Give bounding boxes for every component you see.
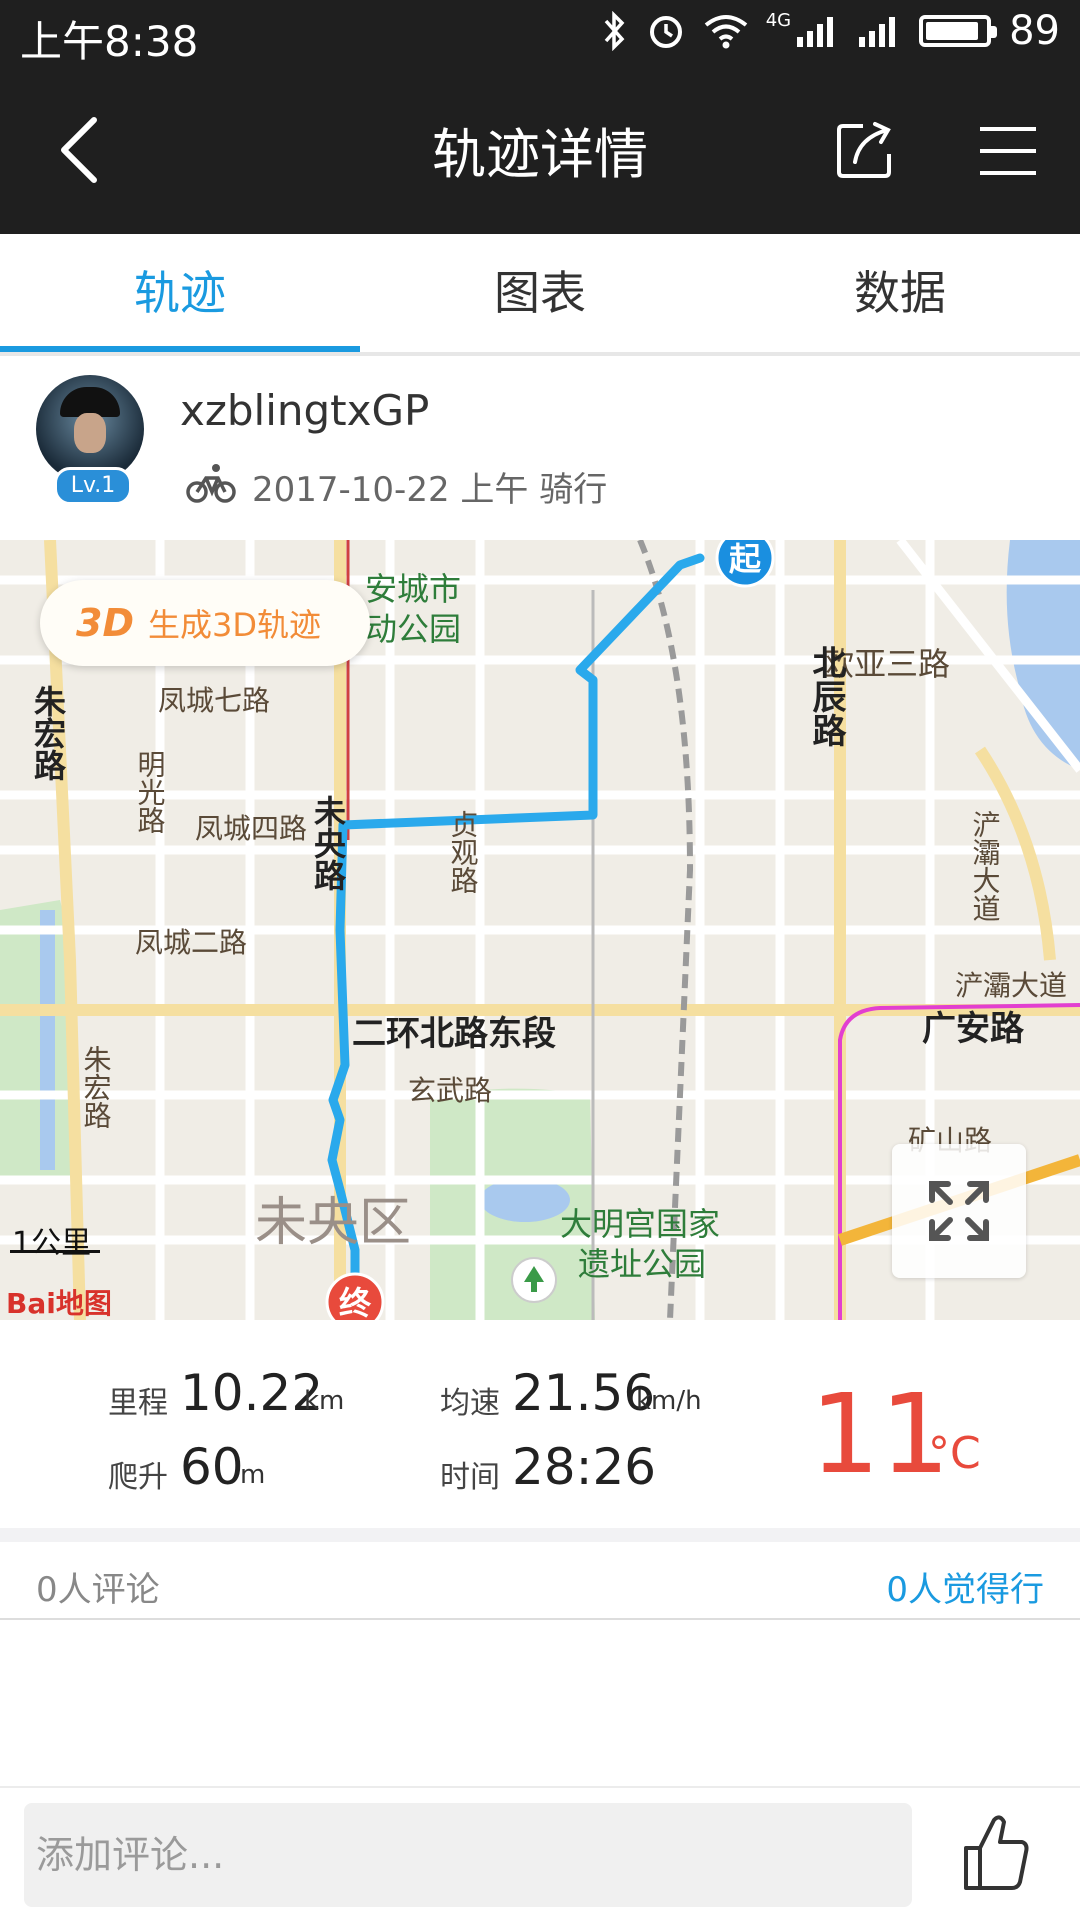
map-label-daming2: 遗址公园 bbox=[578, 1245, 706, 1283]
baidu-map-logo: Bai地图 bbox=[6, 1287, 112, 1320]
speed-unit: km/h bbox=[636, 1386, 702, 1416]
likes-count[interactable]: 0人觉得行 bbox=[886, 1562, 1044, 1611]
status-time: 上午8:38 bbox=[20, 17, 199, 66]
speed-label: 均速 bbox=[440, 1386, 500, 1421]
section-divider bbox=[0, 1528, 1080, 1542]
map-scale-label: 1公里 bbox=[12, 1226, 92, 1261]
generate-3d-label: 生成3D轨迹 bbox=[147, 606, 321, 644]
3d-tag: 3D bbox=[76, 601, 134, 645]
generate-3d-track-button[interactable]: 3D 生成3D轨迹 bbox=[40, 580, 370, 666]
username[interactable]: xzblingtxGP bbox=[180, 386, 429, 435]
map-label-daming1: 大明宫国家 bbox=[560, 1205, 720, 1243]
expand-icon bbox=[929, 1181, 989, 1241]
map-label-weiyang-road: 未央路 bbox=[309, 795, 347, 891]
signal-icon-2 bbox=[859, 17, 896, 47]
speed-value: 21.56 bbox=[512, 1364, 656, 1422]
distance-value: 10.22 bbox=[180, 1364, 324, 1422]
map-label-fengcheng7: 凤城七路 bbox=[158, 684, 270, 717]
comment-input[interactable] bbox=[24, 1803, 912, 1907]
fullscreen-button[interactable] bbox=[892, 1144, 1026, 1278]
tab-active-indicator bbox=[0, 346, 360, 352]
comments-divider bbox=[0, 1618, 1080, 1620]
map-label-guangan: 广安路 bbox=[922, 1009, 1025, 1049]
end-marker-label: 终 bbox=[339, 1284, 372, 1320]
tab-track[interactable]: 轨迹 bbox=[0, 234, 360, 352]
battery-percent: 89 bbox=[1009, 8, 1060, 54]
ride-meta: 2017-10-22 上午 骑行 bbox=[252, 470, 608, 510]
tab-bar: 轨迹 图表 数据 bbox=[0, 234, 1080, 356]
level-badge: Lv.1 bbox=[54, 467, 132, 505]
wifi-icon bbox=[704, 15, 747, 49]
time-value: 28:26 bbox=[512, 1438, 657, 1496]
climb-label: 爬升 bbox=[108, 1460, 168, 1495]
battery-level bbox=[926, 22, 979, 40]
distance-unit: km bbox=[304, 1386, 345, 1416]
map-label-xuanwu: 玄武路 bbox=[408, 1074, 492, 1107]
map-label-chanba: 浐灞大道 bbox=[955, 969, 1067, 1002]
page-title: 轨迹详情 bbox=[432, 123, 648, 186]
climb-unit: m bbox=[240, 1460, 266, 1490]
map-label-park1: 安城市 bbox=[365, 570, 461, 608]
thumbs-up-icon[interactable] bbox=[960, 1812, 1032, 1892]
share-icon[interactable] bbox=[835, 120, 895, 180]
battery-icon bbox=[919, 15, 998, 47]
map-label-fengcheng2: 凤城二路 bbox=[135, 926, 247, 959]
map-label-fengcheng4: 凤城四路 bbox=[195, 812, 307, 845]
menu-icon[interactable] bbox=[978, 125, 1038, 177]
map-label-chanba-road: 浐灞大道 bbox=[969, 810, 1002, 922]
tab-data[interactable]: 数据 bbox=[720, 234, 1080, 352]
tab-chart[interactable]: 图表 bbox=[360, 234, 720, 352]
signal-icon bbox=[797, 17, 834, 47]
map-label-mingguang: 明光路 bbox=[134, 750, 167, 834]
start-marker-label: 起 bbox=[729, 540, 762, 578]
map-label-weiyang-district: 未央区 bbox=[255, 1193, 411, 1253]
status-icons: 4G 89 bbox=[602, 6, 1060, 56]
distance-label: 里程 bbox=[108, 1386, 168, 1421]
map-label-zhenguan: 贞观路 bbox=[447, 810, 480, 894]
map-label-park2: 动公园 bbox=[365, 610, 461, 648]
avatar-face bbox=[74, 413, 106, 453]
map-label-zhuhong1: 朱宏路 bbox=[29, 685, 67, 781]
map-label-zhuhong2: 朱宏路 bbox=[80, 1045, 113, 1129]
map-scale-bar bbox=[10, 1250, 100, 1253]
start-marker[interactable]: 起 bbox=[715, 540, 775, 588]
bicycle-icon bbox=[186, 464, 236, 503]
network-type: 4G bbox=[765, 10, 792, 31]
time-label: 时间 bbox=[440, 1460, 500, 1495]
alarm-icon bbox=[649, 16, 682, 48]
temperature-unit: °C bbox=[928, 1428, 981, 1479]
end-marker[interactable]: 终 bbox=[325, 1272, 385, 1320]
bluetooth-icon bbox=[604, 11, 625, 51]
climb-value: 60 bbox=[180, 1438, 244, 1496]
map-label-beichen: 北辰路 bbox=[806, 645, 846, 747]
bottom-bar-divider bbox=[0, 1786, 1080, 1788]
comment-count[interactable]: 0人评论 bbox=[36, 1562, 160, 1611]
map-label-erhuan: 二环北路东段 bbox=[352, 1014, 556, 1054]
